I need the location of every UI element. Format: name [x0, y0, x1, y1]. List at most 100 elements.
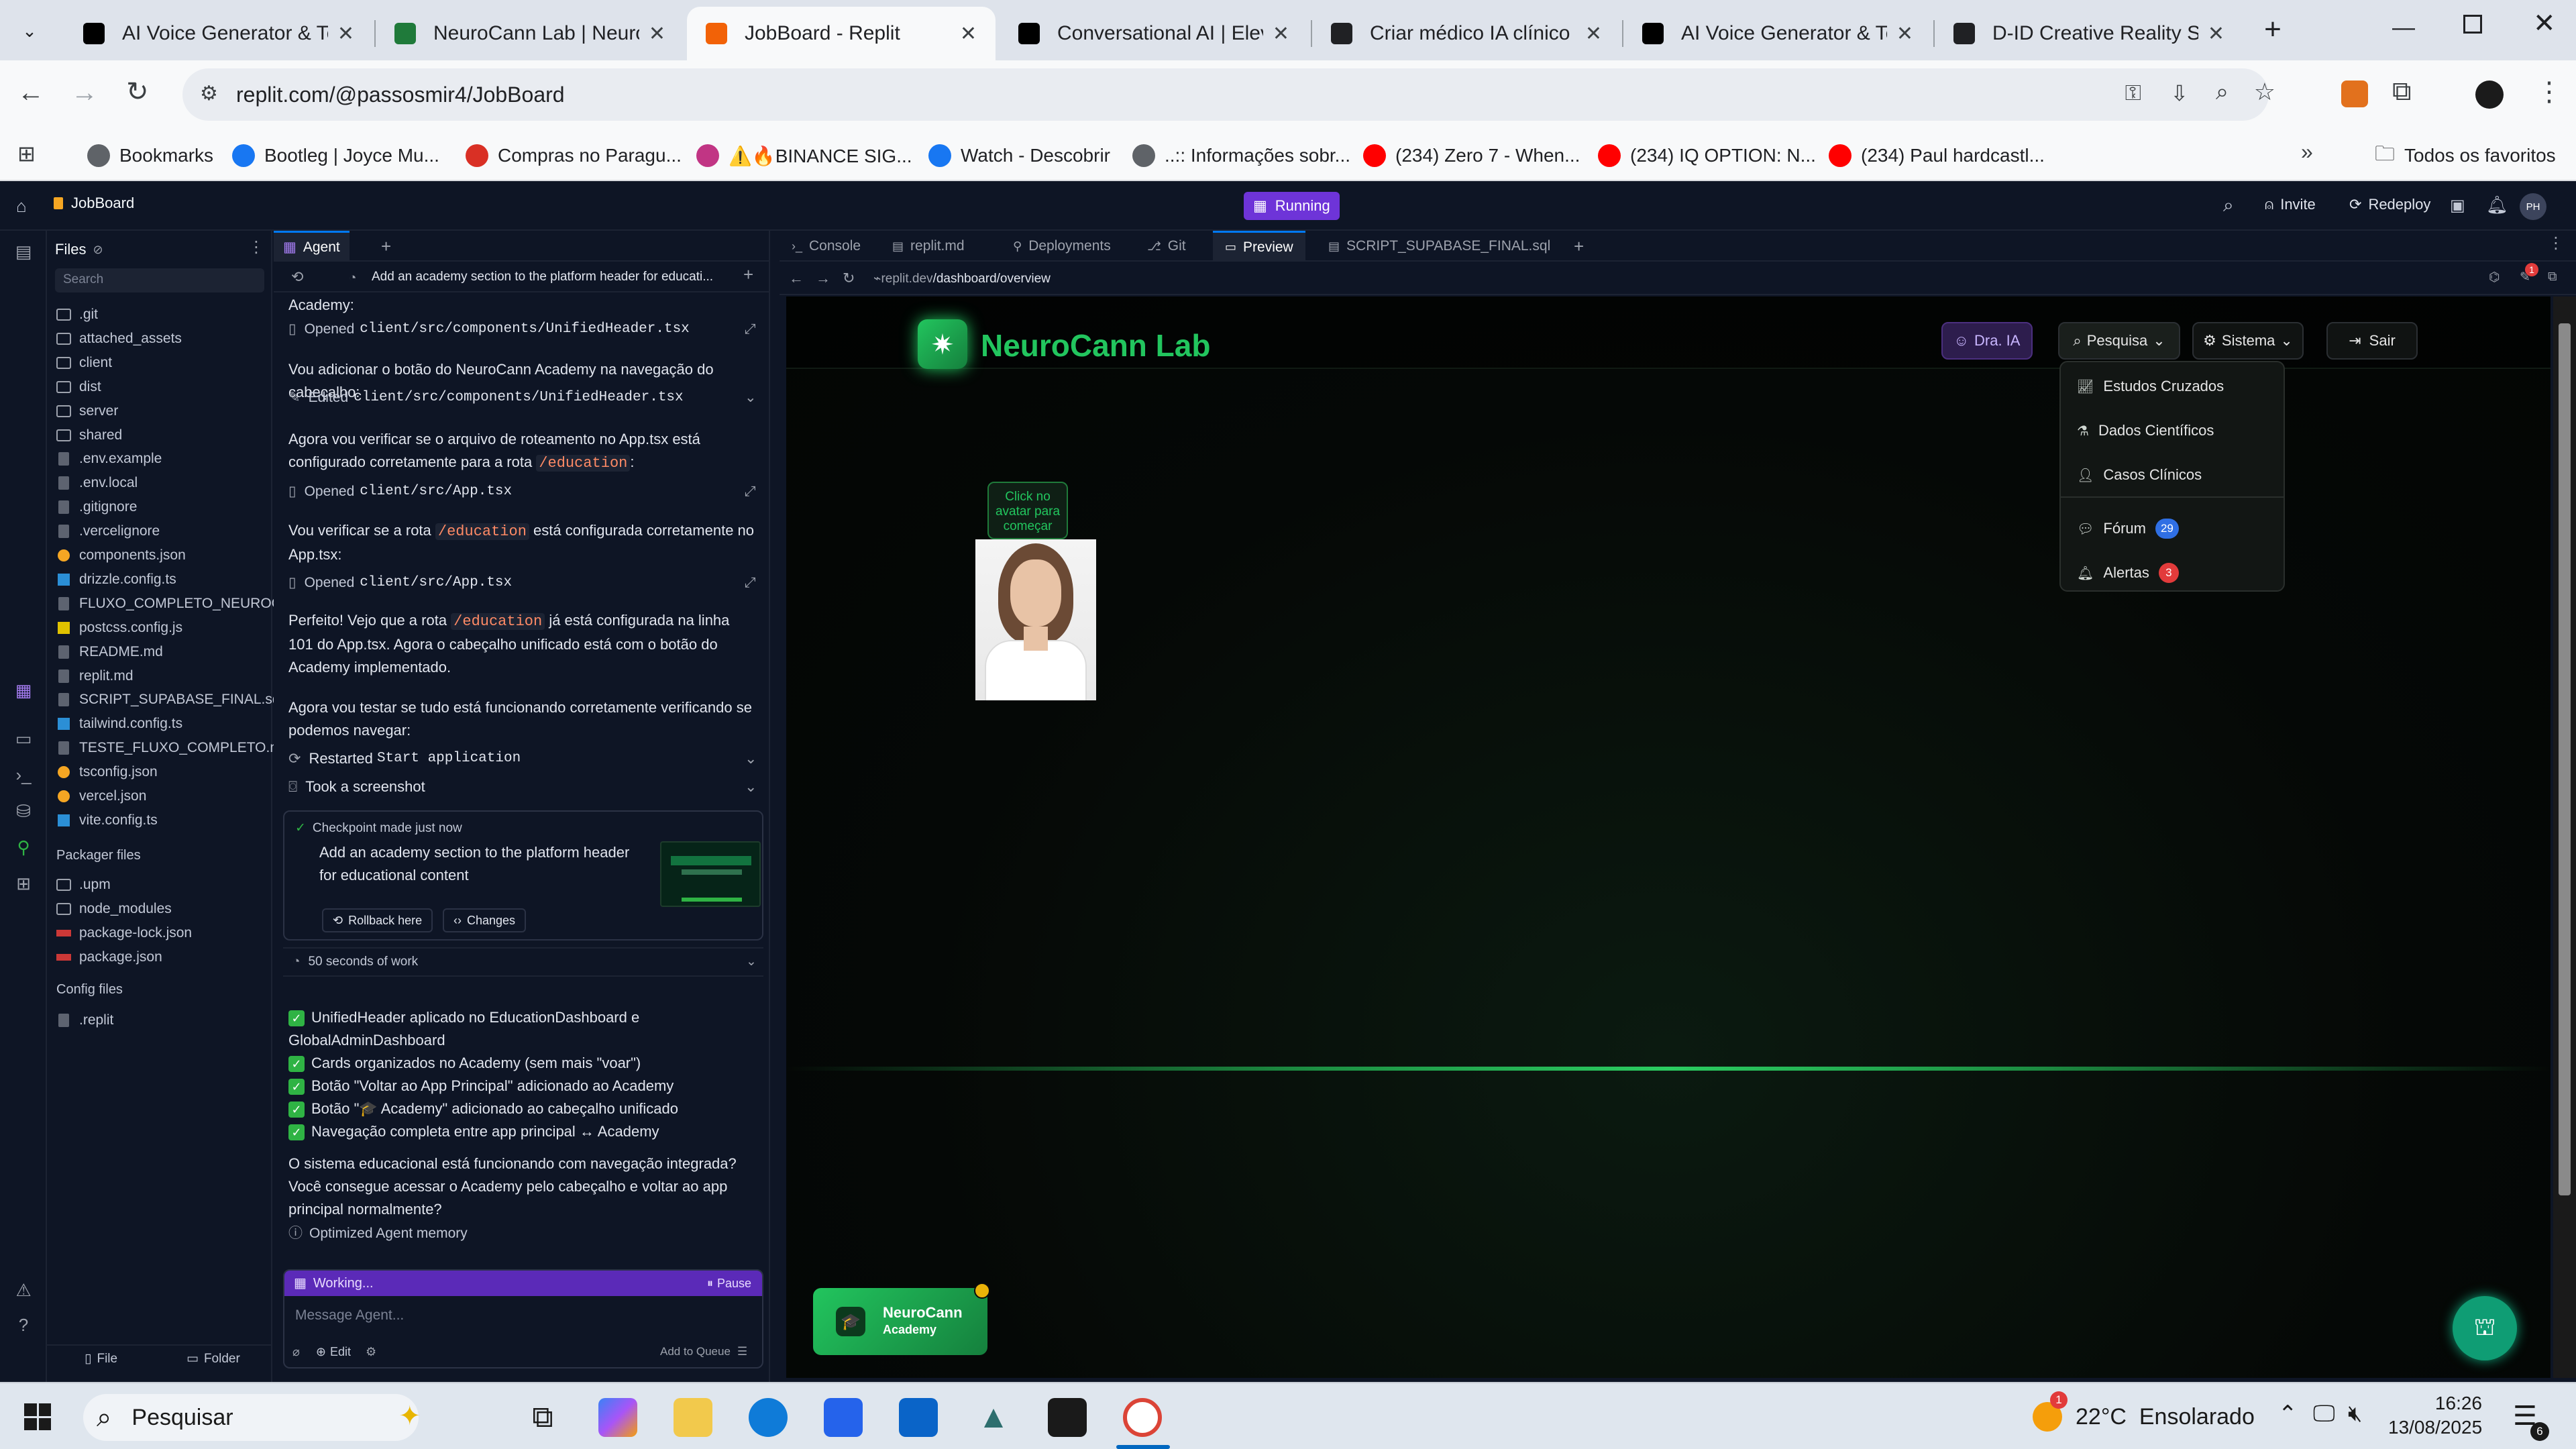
browser-tab[interactable]: D-ID Creative Reality Stud ✕	[1935, 7, 2243, 60]
tab-search-icon[interactable]: ⌄	[16, 17, 43, 44]
folder-item[interactable]: dist	[56, 376, 101, 398]
work-summary[interactable]: ◔ 50 seconds of work ⌄	[283, 947, 763, 977]
browser-tab[interactable]: NeuroCann Lab | NeuroCa ✕	[376, 7, 684, 60]
chevron-down-icon[interactable]: ⌄	[745, 775, 757, 798]
close-window-button[interactable]: ✕	[2533, 8, 2556, 39]
browser-tab[interactable]: Conversational AI | Eleven ✕	[1000, 7, 1308, 60]
file-action[interactable]: ✎ Edited client/src/components/UnifiedHea…	[288, 386, 758, 409]
new-tab-button[interactable]: +	[381, 235, 391, 258]
close-tab-icon[interactable]: ✕	[1273, 22, 1289, 46]
project-name[interactable]: JobBoard	[54, 195, 134, 212]
file-item[interactable]: components.json	[56, 544, 186, 567]
search-icon[interactable]: ⌕	[2223, 195, 2234, 217]
file-item[interactable]: .replit	[56, 1009, 113, 1032]
folder-item[interactable]: client	[56, 352, 112, 374]
chrome-icon[interactable]	[1123, 1398, 1162, 1437]
alert-icon[interactable]: ⚠	[13, 1280, 34, 1300]
workspace-tab[interactable]: ⚲ Deployments	[1001, 231, 1123, 262]
file-item[interactable]: package.json	[56, 946, 162, 969]
dropdown-item[interactable]: 👤︎ Casos Clínicos	[2077, 460, 2202, 490]
run-status-badge[interactable]: ▦ Running	[1244, 192, 1340, 220]
triangle-app-icon[interactable]: ▲	[974, 1398, 1013, 1437]
pane-menu-icon[interactable]: ⋮	[2548, 233, 2564, 253]
message-agent-input[interactable]: Message Agent...	[295, 1304, 404, 1327]
browser-tab[interactable]: AI Voice Generator & Text ✕	[1623, 7, 1932, 60]
network-icon[interactable]: 🖵︎	[2313, 1401, 2335, 1427]
files-menu-icon[interactable]: ⋮	[248, 237, 264, 257]
add-to-queue-button[interactable]: Add to Queue ☰	[660, 1342, 747, 1362]
folder-item[interactable]: .git	[56, 303, 98, 326]
bookmark-item[interactable]: (234) Paul hardcastl...	[1829, 142, 2045, 169]
apps-grid-icon[interactable]: ⊞	[17, 141, 40, 166]
bookmark-item[interactable]: ..:: Informações sobr...	[1132, 142, 1350, 169]
file-item[interactable]: postcss.config.js	[56, 616, 182, 639]
invite-button[interactable]: ⍝ Invite	[2265, 196, 2316, 213]
workspace-tab[interactable]: ›_ Console	[780, 231, 873, 262]
forward-arrow-icon[interactable]: →	[816, 270, 830, 287]
open-file-icon[interactable]: ⤢	[745, 318, 756, 341]
chevron-up-icon[interactable]: ⌃	[2278, 1401, 2298, 1428]
bookmark-item[interactable]: Compras no Paragu...	[466, 142, 682, 169]
profile-avatar[interactable]	[2475, 80, 2504, 109]
preview-scrollbar[interactable]	[2553, 297, 2576, 1378]
outlook-icon[interactable]	[899, 1398, 938, 1437]
history-icon[interactable]: ⟲	[291, 266, 303, 288]
bookmark-star-icon[interactable]: ☆	[2254, 78, 2275, 106]
reload-icon[interactable]: ↻	[843, 270, 855, 287]
chat-widget-button[interactable]: ⛫	[2453, 1296, 2517, 1360]
open-new-tab-icon[interactable]: ⧉	[2548, 270, 2557, 284]
workspace-tab[interactable]: ▤ SCRIPT_SUPABASE_FINAL.sql	[1316, 231, 1562, 262]
folder-item[interactable]: attached_assets	[56, 327, 182, 350]
changes-button[interactable]: ‹› Changes	[443, 908, 527, 932]
restore-window-button[interactable]	[2463, 15, 2482, 34]
workspace-tab[interactable]: ▭ Preview	[1213, 231, 1305, 262]
deployments-icon[interactable]: ⚲	[13, 837, 34, 857]
back-arrow-icon[interactable]: ←	[789, 270, 804, 287]
edit-button[interactable]: ⊕ Edit	[316, 1340, 351, 1363]
copilot-icon[interactable]	[598, 1398, 637, 1437]
metamask-icon[interactable]	[2341, 80, 2368, 107]
address-bar[interactable]: ⚙ replit.com/@passosmir4/JobBoard ⚿ ⇩ ⌕ …	[182, 68, 2275, 121]
restarted-action[interactable]: ⟳ Restarted Start application ⌄	[288, 747, 758, 770]
forward-arrow-icon[interactable]: →	[71, 78, 98, 108]
sistema-dropdown-button[interactable]: ⚙ Sistema ⌄	[2192, 322, 2304, 360]
settings-sliders-icon[interactable]: ⚙	[366, 1340, 376, 1363]
agent-icon[interactable]: ▦	[13, 680, 34, 700]
close-tab-icon[interactable]: ✕	[1585, 22, 1602, 46]
close-tab-icon[interactable]: ✕	[1896, 22, 1913, 46]
taskbar-search[interactable]: ⌕ Pesquisar ✦	[83, 1394, 421, 1441]
file-item[interactable]: .env.example	[56, 447, 162, 470]
open-file-icon[interactable]: ⤢	[745, 480, 756, 503]
dropdown-item[interactable]: 💬︎ Fórum 29	[2077, 514, 2179, 543]
file-item[interactable]: replit.md	[56, 665, 133, 688]
attach-icon[interactable]: ⌀	[292, 1340, 300, 1363]
clock[interactable]: 16:26 13/08/2025	[2388, 1391, 2482, 1440]
reload-icon[interactable]: ↻	[126, 76, 149, 107]
new-tab-button[interactable]: +	[2254, 12, 2292, 50]
windows-start-icon[interactable]	[24, 1403, 51, 1430]
file-action[interactable]: ▯ Opened client/src/components/UnifiedHea…	[288, 318, 758, 341]
file-action[interactable]: ▯ Opened client/src/App.tsx ⤢	[288, 480, 758, 503]
file-item[interactable]: .vercelignore	[56, 520, 160, 543]
folder-item[interactable]: server	[56, 400, 118, 423]
academy-floating-button[interactable]: 🎓 NeuroCann Academy	[813, 1283, 990, 1355]
thread-title[interactable]: Add an academy section to the platform h…	[372, 266, 713, 288]
browser-tab[interactable]: AI Voice Generator & Text ✕	[64, 7, 373, 60]
checkpoint-thumbnail[interactable]	[660, 841, 761, 907]
leaf-logo-icon[interactable]: ✷	[918, 319, 967, 369]
site-settings-icon[interactable]: ⚙	[200, 82, 218, 105]
new-pane-tab-button[interactable]: +	[1562, 231, 1596, 262]
new-folder-button[interactable]: ▭ Folder	[186, 1351, 240, 1366]
volume-muted-icon[interactable]: 🔇︎	[2348, 1401, 2362, 1427]
shell-icon[interactable]: ›_	[13, 765, 34, 785]
bookmark-item[interactable]: Bookmarks	[87, 142, 213, 169]
task-view-icon[interactable]: ⧉	[523, 1398, 562, 1437]
minimize-window-button[interactable]: —	[2392, 15, 2415, 41]
all-bookmarks[interactable]: 🗀 Todos os favoritos	[2375, 142, 2556, 169]
notifications-bell-icon[interactable]: 🔔︎	[2486, 195, 2508, 215]
file-item[interactable]: tailwind.config.ts	[56, 712, 182, 735]
dropdown-item[interactable]: ⚗ Dados Científicos	[2077, 416, 2214, 445]
dropdown-item[interactable]: 📈︎ Estudos Cruzados	[2077, 372, 2224, 401]
file-item[interactable]: package-lock.json	[56, 922, 192, 945]
dropdown-item[interactable]: 🔔︎ Alertas 3	[2077, 558, 2179, 588]
